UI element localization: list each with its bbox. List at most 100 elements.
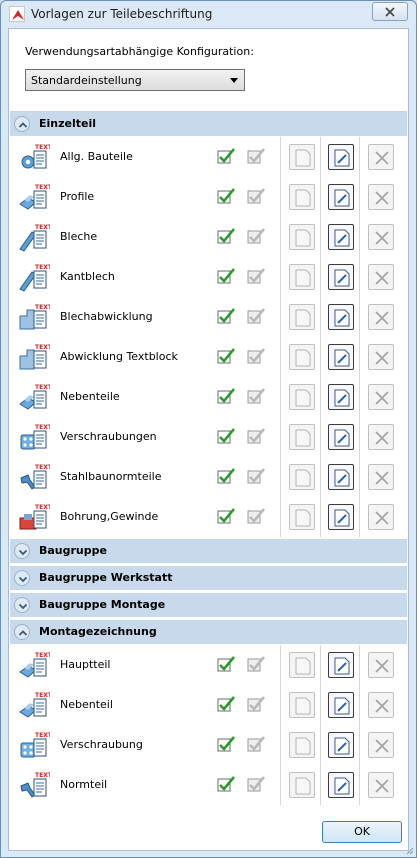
delete-template-button[interactable]	[368, 504, 394, 530]
list-item[interactable]: TEXT Bleche	[10, 217, 407, 257]
inactive-check-icon[interactable]	[246, 774, 266, 794]
title-bar[interactable]: Vorlagen zur Teilebeschriftung	[1, 1, 416, 27]
inactive-check-icon[interactable]	[246, 266, 266, 286]
list-item[interactable]: TEXT Blechabwicklung	[10, 297, 407, 337]
active-check-icon[interactable]	[216, 306, 236, 326]
delete-template-button[interactable]	[368, 692, 394, 718]
active-check-icon[interactable]	[216, 694, 236, 714]
list-item[interactable]: TEXT Bohrung,Gewinde	[10, 497, 407, 537]
chevron-up-icon[interactable]	[14, 116, 30, 132]
inactive-check-icon[interactable]	[246, 386, 266, 406]
ok-button[interactable]: OK	[322, 821, 402, 843]
new-template-button[interactable]	[289, 464, 315, 490]
new-template-button[interactable]	[289, 264, 315, 290]
list-item[interactable]: TEXT Abwicklung Textblock	[10, 337, 407, 377]
edit-template-button[interactable]	[328, 692, 354, 718]
inactive-check-icon[interactable]	[246, 734, 266, 754]
edit-template-button[interactable]	[328, 264, 354, 290]
delete-template-button[interactable]	[368, 184, 394, 210]
inactive-check-icon[interactable]	[246, 466, 266, 486]
group-baugruppe-werkstatt[interactable]: Baugruppe Werkstatt	[10, 566, 407, 590]
list-item[interactable]: TEXT Verschraubungen	[10, 417, 407, 457]
edit-template-button[interactable]	[328, 424, 354, 450]
new-template-button[interactable]	[289, 144, 315, 170]
delete-template-button[interactable]	[368, 772, 394, 798]
list-item[interactable]: TEXT Stahlbaunormteile	[10, 457, 407, 497]
inactive-check-icon[interactable]	[246, 346, 266, 366]
delete-template-button[interactable]	[368, 304, 394, 330]
active-check-icon[interactable]	[216, 506, 236, 526]
inactive-check-icon[interactable]	[246, 426, 266, 446]
active-check-icon[interactable]	[216, 734, 236, 754]
edit-template-button[interactable]	[328, 464, 354, 490]
inactive-check-icon[interactable]	[246, 186, 266, 206]
edit-template-button[interactable]	[328, 224, 354, 250]
active-check-icon[interactable]	[216, 266, 236, 286]
chevron-down-icon[interactable]	[14, 570, 30, 586]
edit-template-button[interactable]	[328, 304, 354, 330]
inactive-check-icon[interactable]	[246, 654, 266, 674]
delete-template-button[interactable]	[368, 652, 394, 678]
inactive-check-icon[interactable]	[246, 694, 266, 714]
delete-template-button[interactable]	[368, 384, 394, 410]
active-check-icon[interactable]	[216, 654, 236, 674]
resize-grip-icon[interactable]	[404, 845, 414, 855]
active-check-icon[interactable]	[216, 426, 236, 446]
new-template-button[interactable]	[289, 224, 315, 250]
new-template-button[interactable]	[289, 772, 315, 798]
inactive-check-icon[interactable]	[246, 306, 266, 326]
new-template-button[interactable]	[289, 504, 315, 530]
delete-template-button[interactable]	[368, 144, 394, 170]
new-template-button[interactable]	[289, 692, 315, 718]
new-template-button[interactable]	[289, 344, 315, 370]
new-template-button[interactable]	[289, 184, 315, 210]
new-template-button[interactable]	[289, 424, 315, 450]
edit-template-button[interactable]	[328, 384, 354, 410]
list-item[interactable]: TEXT Verschraubung	[10, 725, 407, 765]
active-check-icon[interactable]	[216, 146, 236, 166]
list-item[interactable]: TEXT Profile	[10, 177, 407, 217]
chevron-down-icon[interactable]	[14, 597, 30, 613]
edit-template-button[interactable]	[328, 144, 354, 170]
config-dropdown[interactable]: Standardeinstellung	[25, 69, 245, 91]
inactive-check-icon[interactable]	[246, 146, 266, 166]
active-check-icon[interactable]	[216, 186, 236, 206]
active-check-icon[interactable]	[216, 226, 236, 246]
edit-template-button[interactable]	[328, 772, 354, 798]
group-baugruppe-montage[interactable]: Baugruppe Montage	[10, 593, 407, 617]
list-item[interactable]: TEXT Nebenteil	[10, 685, 407, 725]
new-template-button[interactable]	[289, 652, 315, 678]
delete-template-button[interactable]	[368, 344, 394, 370]
active-check-icon[interactable]	[216, 386, 236, 406]
list-item[interactable]: TEXT Nebenteile	[10, 377, 407, 417]
group-montagezeichnung[interactable]: Montagezeichnung	[10, 620, 407, 644]
close-button[interactable]	[372, 2, 408, 21]
edit-template-button[interactable]	[328, 732, 354, 758]
active-check-icon[interactable]	[216, 774, 236, 794]
delete-template-button[interactable]	[368, 264, 394, 290]
active-check-icon[interactable]	[216, 346, 236, 366]
list-item[interactable]: TEXT Kantblech	[10, 257, 407, 297]
list-item[interactable]: TEXT Allg. Bauteile	[10, 137, 407, 177]
inactive-check-icon[interactable]	[246, 506, 266, 526]
list-item[interactable]: TEXT Hauptteil	[10, 645, 407, 685]
active-check-icon[interactable]	[216, 466, 236, 486]
chevron-down-icon[interactable]	[14, 543, 30, 559]
list-item[interactable]: TEXT Normteil	[10, 765, 407, 805]
chevron-up-icon[interactable]	[14, 624, 30, 640]
delete-template-button[interactable]	[368, 732, 394, 758]
group-baugruppe[interactable]: Baugruppe	[10, 539, 407, 563]
edit-template-button[interactable]	[328, 652, 354, 678]
delete-template-button[interactable]	[368, 424, 394, 450]
delete-template-button[interactable]	[368, 224, 394, 250]
new-template-button[interactable]	[289, 384, 315, 410]
edit-template-button[interactable]	[328, 184, 354, 210]
inactive-check-icon[interactable]	[246, 226, 266, 246]
group-einzelteil[interactable]: Einzelteil	[10, 112, 407, 136]
delete-template-button[interactable]	[368, 464, 394, 490]
edit-template-button[interactable]	[328, 344, 354, 370]
column-divider	[280, 765, 281, 805]
edit-template-button[interactable]	[328, 504, 354, 530]
new-template-button[interactable]	[289, 732, 315, 758]
new-template-button[interactable]	[289, 304, 315, 330]
